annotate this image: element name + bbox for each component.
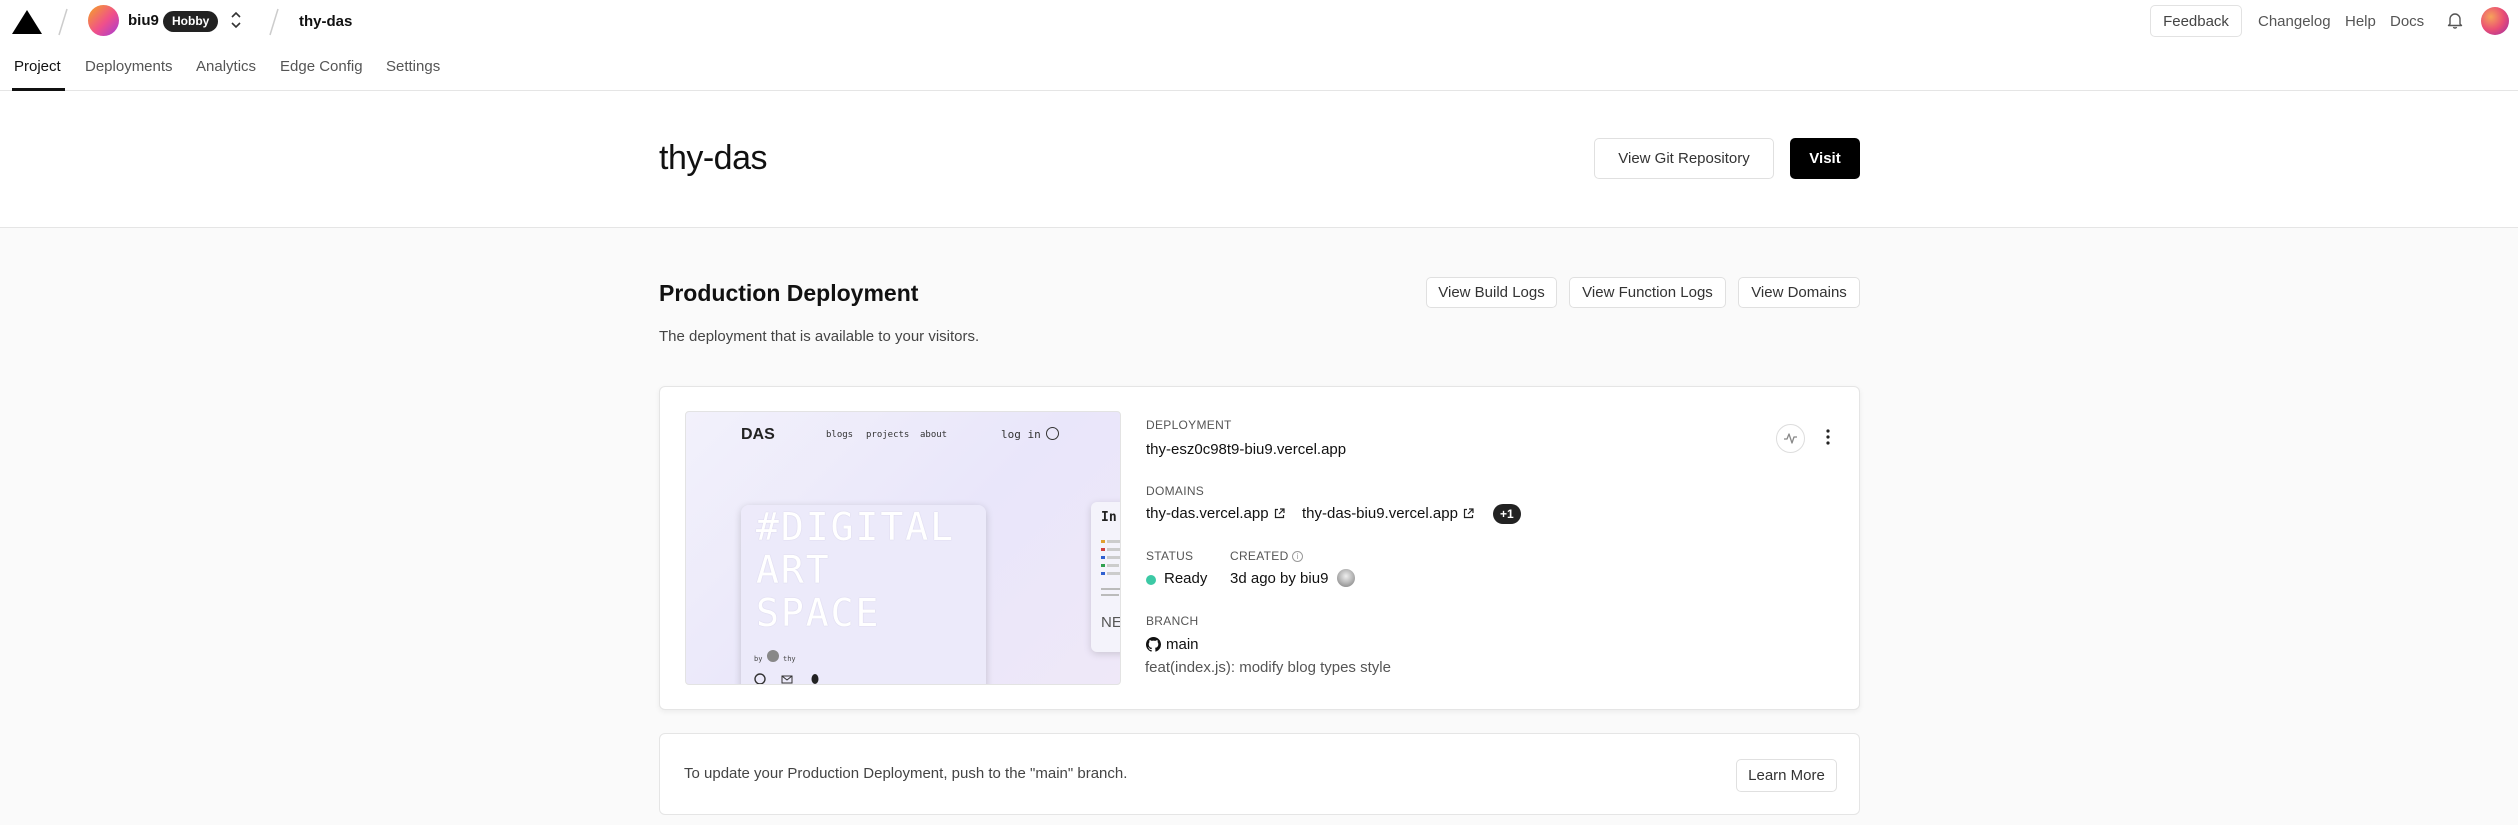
preview-nav-item: about [920, 430, 948, 440]
activity-graph-icon [1784, 433, 1797, 444]
preview-side-title: In [1101, 510, 1117, 525]
more-vertical-icon[interactable] [1825, 427, 1831, 447]
team-name[interactable]: biu9 [128, 12, 159, 29]
info-icon[interactable]: i [1292, 551, 1303, 562]
domains-label: DOMAINS [1146, 484, 1205, 498]
preview-headline-line: #DIGITAL [756, 505, 956, 549]
branch-name[interactable]: main [1166, 636, 1199, 653]
preview-side-card: In NE [1091, 502, 1121, 652]
preview-headline-line: ART [756, 548, 831, 592]
created-value: 3d ago by biu9 [1230, 570, 1329, 587]
breadcrumb-separator [269, 8, 279, 36]
created-label: CREATED [1230, 549, 1289, 563]
preview-login: log in [1001, 428, 1041, 441]
preview-code-lines [1101, 540, 1120, 596]
section-title: Production Deployment [659, 280, 919, 306]
preview-nav-item: projects [866, 430, 910, 440]
bell-icon[interactable] [2447, 11, 2463, 29]
status-value: Ready [1164, 570, 1208, 587]
view-build-logs-button[interactable]: View Build Logs [1426, 277, 1557, 308]
mail-icon [781, 675, 793, 684]
preview-nav-item: blogs [826, 430, 854, 440]
feedback-button[interactable]: Feedback [2150, 5, 2242, 37]
breadcrumb-separator [58, 8, 68, 36]
deployment-card: DAS blogs projects about log in #DIGITAL… [659, 386, 1860, 710]
preview-hero-card: #DIGITAL ART SPACE by thy [741, 505, 986, 684]
user-avatar[interactable] [2481, 7, 2509, 35]
preview-headline-line: SPACE [756, 591, 881, 635]
branch-label: BRANCH [1146, 614, 1199, 628]
changelog-link[interactable]: Changelog [2258, 13, 2331, 30]
top-header: biu9 Hobby thy-das Feedback Changelog He… [0, 0, 2518, 91]
update-hint-card: To update your Production Deployment, pu… [659, 733, 1860, 815]
status-dot [1146, 575, 1156, 585]
domain-text: thy-das.vercel.app [1146, 505, 1269, 522]
preview-logo: DAS [741, 426, 775, 443]
pulse-icon[interactable] [1776, 424, 1805, 453]
domain-link[interactable]: thy-das-biu9.vercel.app [1302, 505, 1474, 522]
preview-author-avatar [767, 650, 779, 662]
deployment-label: DEPLOYMENT [1146, 418, 1232, 432]
tab-deployments[interactable]: Deployments [85, 58, 173, 75]
section-subtitle: The deployment that is available to your… [659, 328, 980, 345]
creator-avatar [1337, 569, 1355, 587]
project-hero: thy-das View Git Repository Visit [0, 91, 2518, 228]
domain-text: thy-das-biu9.vercel.app [1302, 505, 1458, 522]
plan-badge: Hobby [163, 11, 219, 32]
preview-side-text: NE [1101, 614, 1121, 631]
update-hint-text: To update your Production Deployment, pu… [684, 765, 1128, 782]
commit-message[interactable]: feat(index.js): modify blog types style [1145, 659, 1391, 676]
tab-analytics[interactable]: Analytics [196, 58, 256, 75]
view-domains-button[interactable]: View Domains [1738, 277, 1860, 308]
tab-edge-config[interactable]: Edge Config [280, 58, 363, 75]
learn-more-button[interactable]: Learn More [1736, 759, 1837, 792]
external-link-icon [1463, 508, 1474, 519]
view-git-repository-button[interactable]: View Git Repository [1594, 138, 1774, 179]
preview-author-name: thy [783, 655, 796, 663]
team-avatar[interactable] [88, 5, 119, 36]
chevron-up-down-icon[interactable] [229, 9, 243, 31]
external-link-icon [1274, 508, 1285, 519]
help-link[interactable]: Help [2345, 13, 2376, 30]
github-icon [754, 673, 766, 684]
qq-icon [811, 674, 819, 684]
github-icon [1146, 637, 1161, 652]
tab-project[interactable]: Project [14, 58, 61, 75]
tab-settings[interactable]: Settings [386, 58, 440, 75]
preview-play-icon [1046, 427, 1059, 440]
more-domains-badge[interactable]: +1 [1493, 504, 1521, 524]
status-label: STATUS [1146, 549, 1194, 563]
visit-button[interactable]: Visit [1790, 138, 1860, 179]
docs-link[interactable]: Docs [2390, 13, 2424, 30]
project-breadcrumb[interactable]: thy-das [299, 13, 352, 30]
vercel-logo-icon[interactable] [11, 9, 43, 35]
view-function-logs-button[interactable]: View Function Logs [1569, 277, 1726, 308]
deployment-url[interactable]: thy-esz0c98t9-biu9.vercel.app [1146, 441, 1346, 458]
page-title: thy-das [659, 139, 768, 177]
preview-by-label: by [754, 655, 763, 663]
deployment-preview[interactable]: DAS blogs projects about log in #DIGITAL… [685, 411, 1121, 685]
domain-link[interactable]: thy-das.vercel.app [1146, 505, 1285, 522]
